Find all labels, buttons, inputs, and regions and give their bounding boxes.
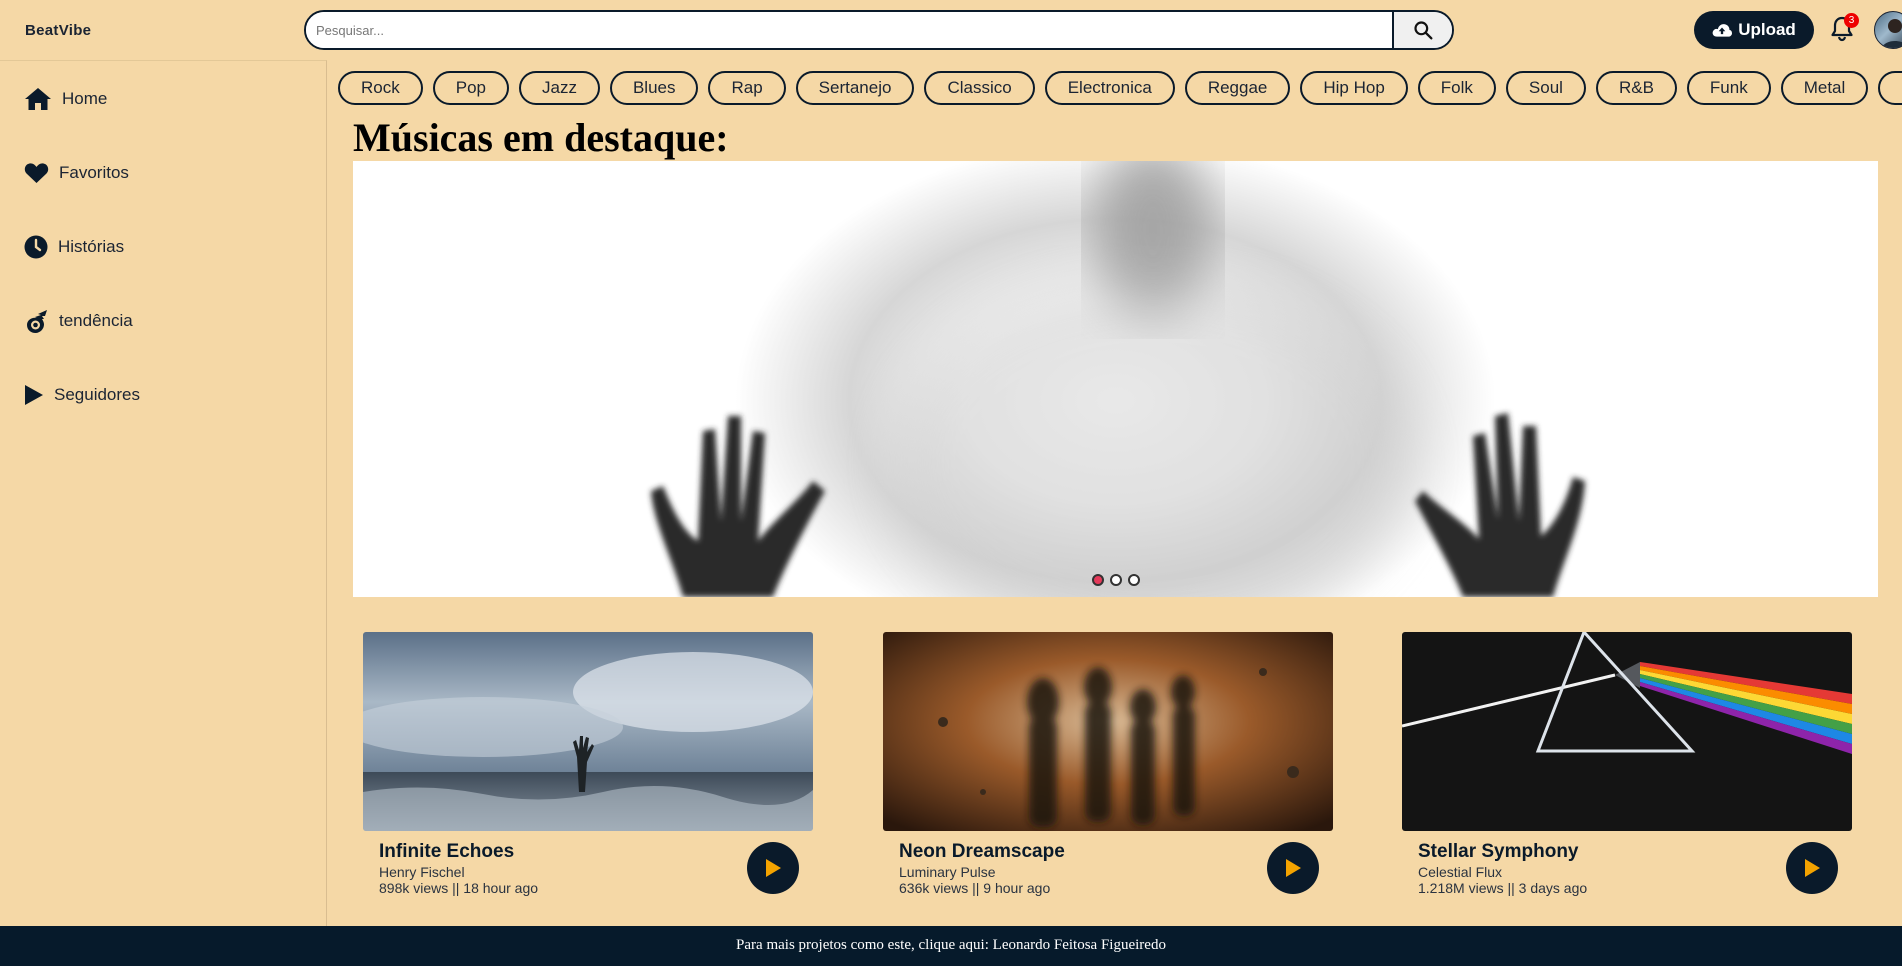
user-avatar[interactable] — [1874, 11, 1902, 49]
play-button[interactable] — [1267, 842, 1319, 894]
song-card[interactable]: Stellar Symphony Celestial Flux 1.218M v… — [1402, 632, 1852, 902]
sidebar-item-seguidores[interactable]: Seguidores — [24, 380, 140, 410]
home-icon — [25, 88, 51, 110]
footer-author-link[interactable]: Leonardo Feitosa Figueiredo — [993, 937, 1166, 953]
search-icon — [1414, 21, 1433, 40]
carousel-indicators — [1092, 574, 1140, 586]
sidebar-item-favoritos[interactable]: Favoritos — [24, 158, 129, 188]
app-logo[interactable]: BeatVibe — [25, 22, 91, 39]
genre-chip-rap[interactable]: Rap — [708, 71, 786, 105]
notifications-button[interactable]: 3 — [1830, 13, 1859, 44]
carousel-dot-2[interactable] — [1110, 574, 1122, 586]
heart-icon — [24, 163, 49, 183]
search-input[interactable] — [306, 12, 1394, 48]
clock-icon — [24, 235, 48, 259]
song-thumbnail[interactable] — [1402, 632, 1852, 831]
footer-text: Para mais projetos como este, clique aqu… — [736, 937, 993, 953]
song-thumbnail[interactable] — [363, 632, 813, 831]
sidebar-item-home[interactable]: Home — [24, 84, 107, 114]
upload-button[interactable]: Upload — [1694, 11, 1814, 49]
genre-chip-jazz[interactable]: Jazz — [518, 71, 600, 105]
song-meta: 1.218M views || 3 days ago — [1418, 880, 1588, 896]
genre-chip-electronica[interactable]: Electronica — [1044, 71, 1175, 105]
featured-carousel[interactable] — [353, 161, 1878, 597]
genre-chip-sertanejo[interactable]: Sertanejo — [795, 71, 915, 105]
song-meta: 898k views || 18 hour ago — [379, 880, 539, 896]
genre-chip-folk[interactable]: Folk — [1417, 71, 1496, 105]
genre-chip-pop[interactable]: Pop — [432, 71, 509, 105]
genre-chip-rock[interactable]: Rock — [338, 71, 423, 105]
play-button[interactable] — [1786, 842, 1838, 894]
genre-chip-reggae[interactable]: Reggae — [1184, 71, 1291, 105]
song-card[interactable]: Neon Dreamscape Luminary Pulse 636k view… — [883, 632, 1333, 902]
song-card[interactable]: Infinite Echoes Henry Fischel 898k views… — [363, 632, 813, 902]
sidebar-item-label: Histórias — [58, 237, 125, 256]
song-title[interactable]: Neon Dreamscape — [899, 841, 1065, 863]
song-artist: Luminary Pulse — [899, 864, 996, 880]
play-icon — [766, 859, 781, 877]
top-header: BeatVibe Upload 3 — [0, 0, 1902, 60]
carousel-dot-3[interactable] — [1128, 574, 1140, 586]
song-thumbnail[interactable] — [883, 632, 1333, 831]
genre-chip-gospel[interactable]: Gospel — [1878, 71, 1902, 105]
song-title[interactable]: Infinite Echoes — [379, 841, 514, 863]
sidebar-item-historias[interactable]: Histórias — [24, 232, 124, 262]
sidebar-item-tendencia[interactable]: tendência — [24, 306, 133, 336]
genre-chip-funk[interactable]: Funk — [1686, 71, 1771, 105]
play-icon — [1286, 859, 1301, 877]
upload-label: Upload — [1738, 20, 1796, 39]
genre-chip-blues[interactable]: Blues — [609, 71, 699, 105]
sidebar-item-label: tendência — [59, 311, 133, 330]
genre-chip-metal[interactable]: Metal — [1780, 71, 1869, 105]
genre-chip-rnb[interactable]: R&B — [1595, 71, 1677, 105]
genre-chip-bar: Rock Pop Jazz Blues Rap Sertanejo Classico Elec… — [338, 71, 1902, 105]
avatar-image — [1881, 19, 1902, 48]
play-icon — [1805, 859, 1820, 877]
sidebar-item-label: Favoritos — [59, 163, 129, 182]
sidebar-item-label: Seguidores — [54, 385, 141, 404]
cloud-upload-icon — [1712, 24, 1733, 37]
play-icon — [25, 385, 43, 405]
sidebar-item-label: Home — [62, 89, 108, 108]
sidebar: Home Favoritos Histórias tendência Segui… — [0, 60, 327, 926]
carousel-dot-1[interactable] — [1092, 574, 1104, 586]
featured-title: Músicas em destaque: — [353, 115, 729, 160]
song-meta: 636k views || 9 hour ago — [899, 880, 1051, 896]
song-artist: Celestial Flux — [1418, 864, 1503, 880]
song-artist: Henry Fischel — [379, 864, 465, 880]
carousel-slide-image — [651, 161, 1585, 597]
song-title[interactable]: Stellar Symphony — [1418, 841, 1579, 863]
genre-chip-hip-hop[interactable]: Hip Hop — [1300, 71, 1408, 105]
search-button[interactable] — [1392, 12, 1452, 48]
notification-badge: 3 — [1844, 13, 1859, 28]
fire-icon — [27, 309, 47, 333]
search-bar — [304, 10, 1454, 50]
genre-chip-classico[interactable]: Classico — [924, 71, 1035, 105]
play-button[interactable] — [747, 842, 799, 894]
genre-chip-soul[interactable]: Soul — [1505, 71, 1586, 105]
footer: Para mais projetos como este, clique aqu… — [0, 926, 1902, 966]
